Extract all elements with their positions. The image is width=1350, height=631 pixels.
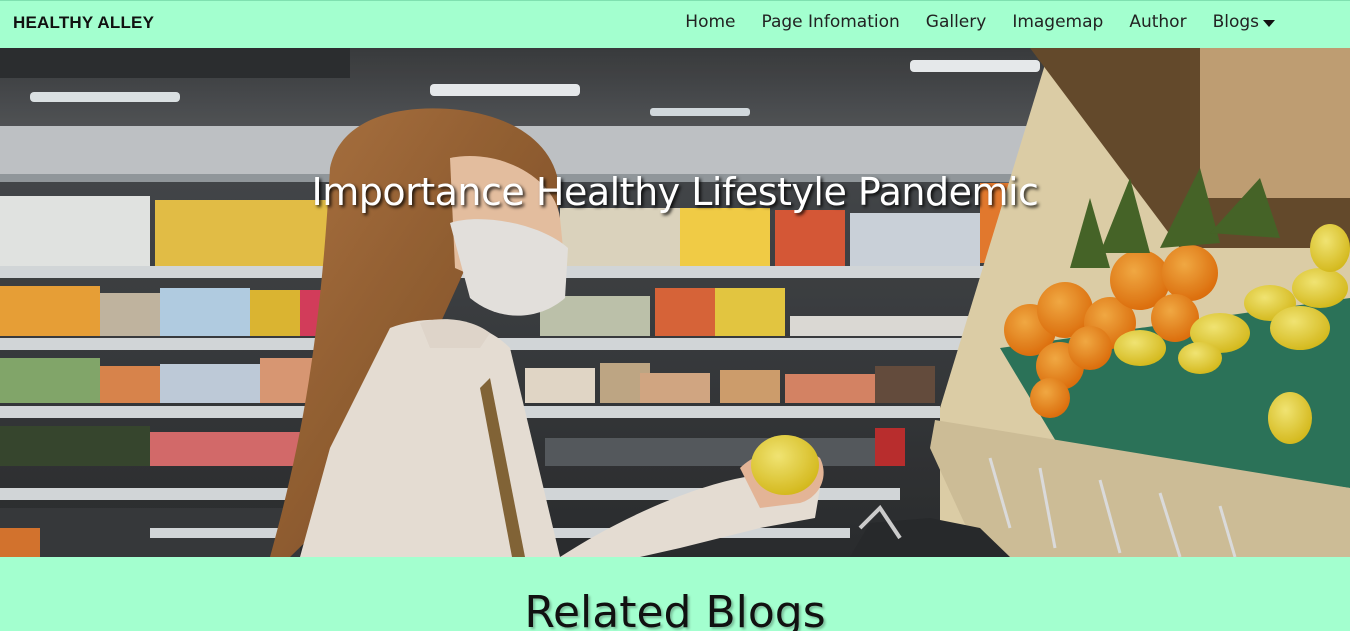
nav-item-imagemap[interactable]: Imagemap: [999, 12, 1116, 32]
related-blogs-heading: Related Blogs: [524, 587, 826, 631]
nav-item-label: Imagemap: [1012, 12, 1104, 32]
nav-item-label: Gallery: [925, 12, 987, 32]
related-section: Related Blogs: [0, 557, 1350, 631]
nav-item-author[interactable]: Author: [1116, 12, 1199, 32]
hero-title: Importance Healthy Lifestyle Pandemic: [311, 170, 1039, 214]
hero-image: [0, 48, 1350, 557]
nav-links: Home Page Infomation Gallery Imagemap Au…: [672, 12, 1288, 32]
nav-item-label: Author: [1129, 12, 1187, 32]
hero-banner: Importance Healthy Lifestyle Pandemic: [0, 48, 1350, 557]
navbar: HEALTHY ALLEY Home Page Infomation Galle…: [0, 0, 1350, 48]
caret-down-icon: [1263, 19, 1275, 27]
nav-item-label: Page Infomation: [761, 12, 900, 32]
nav-item-blogs-dropdown[interactable]: Blogs: [1200, 12, 1288, 32]
nav-item-home[interactable]: Home: [672, 12, 748, 32]
nav-item-page-information[interactable]: Page Infomation: [748, 12, 912, 32]
nav-item-label: Home: [685, 12, 736, 32]
nav-item-gallery[interactable]: Gallery: [913, 12, 1000, 32]
nav-item-label: Blogs: [1212, 12, 1259, 32]
brand-logo[interactable]: HEALTHY ALLEY: [13, 13, 154, 33]
